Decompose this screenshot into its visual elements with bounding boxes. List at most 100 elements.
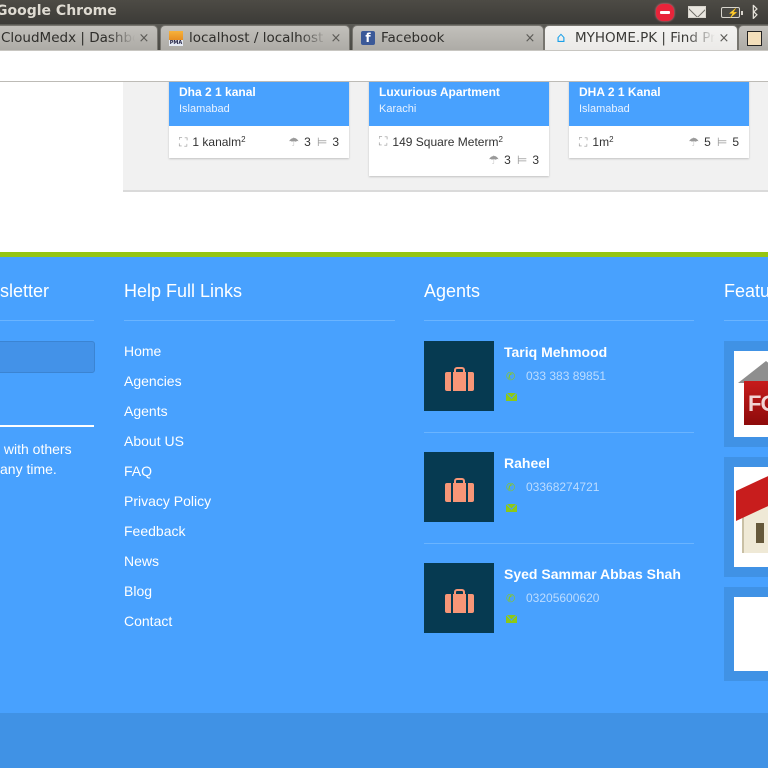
site-footer: sletter with others any time. Help Full … [0, 252, 768, 768]
footer-links: Home Agencies Agents About US FAQ Privac… [124, 341, 211, 641]
bluetooth-icon[interactable]: ᛒ [748, 3, 762, 21]
bath-count: 3 [504, 153, 511, 167]
featured-item[interactable] [724, 457, 768, 577]
divider [724, 320, 768, 321]
agent-name[interactable]: Raheel [504, 455, 550, 471]
footer-link-home[interactable]: Home [124, 341, 211, 371]
close-icon[interactable]: × [521, 31, 539, 46]
divider [424, 543, 694, 544]
bed-count: 3 [332, 135, 339, 149]
bath-count: 5 [704, 135, 711, 149]
property-title[interactable]: Dha 2 1 kanal [179, 85, 339, 99]
bed-icon: ⊨ [316, 135, 328, 149]
page-viewport: Dha 2 1 kanal Islamabad ⛶ 1 kanalm2 ☂ 3 … [0, 82, 768, 768]
divider [124, 320, 395, 321]
tab-label: Facebook [381, 30, 445, 46]
featured-item[interactable] [724, 587, 768, 681]
agents-heading: Agents [424, 281, 481, 301]
footer-link-feedback[interactable]: Feedback [124, 521, 211, 551]
bath-count: 3 [304, 135, 311, 149]
close-icon[interactable]: × [135, 31, 153, 46]
bed-count: 3 [532, 153, 539, 167]
area-icon: ⛶ [579, 134, 588, 149]
shower-icon: ☂ [688, 135, 700, 149]
listings-panel: Dha 2 1 kanal Islamabad ⛶ 1 kanalm2 ☂ 3 … [123, 82, 768, 192]
close-icon[interactable]: × [327, 31, 345, 46]
browser-toolbar [0, 50, 768, 82]
property-card[interactable]: DHA 2 1 Kanal Islamabad ⛶ 1m2 ☂ 5 ⊨ 5 [569, 82, 749, 158]
envelope-icon[interactable] [506, 504, 517, 512]
bed-icon: ⊨ [516, 153, 528, 167]
property-city: Karachi [379, 103, 417, 115]
agent-phone: 03368274721 [526, 480, 600, 494]
agent-avatar[interactable] [424, 341, 494, 411]
footer-link-faq[interactable]: FAQ [124, 461, 211, 491]
house-photo-image [734, 597, 768, 671]
footer-link-about[interactable]: About US [124, 431, 211, 461]
agent-name[interactable]: Syed Sammar Abbas Shah [504, 566, 681, 582]
agent-item: Raheel ✆ 03368274721 [424, 452, 694, 563]
links-heading: Help Full Links [124, 281, 243, 301]
tab-label: MYHOME.PK | Find Properties [575, 30, 715, 46]
agent-name[interactable]: Tariq Mehmood [504, 344, 607, 360]
agent-avatar[interactable] [424, 563, 494, 633]
tomcat-icon [747, 30, 762, 46]
shower-icon: ☂ [488, 153, 500, 167]
phpmyadmin-icon [169, 31, 183, 45]
area-icon: ⛶ [179, 134, 188, 149]
divider [424, 320, 694, 321]
tab-myhome[interactable]: ⌂ MYHOME.PK | Find Properties × [544, 25, 738, 50]
area-icon: ⛶ [379, 134, 388, 148]
battery-icon[interactable]: ⚡ [718, 3, 743, 21]
briefcase-icon [444, 588, 474, 613]
newsletter-heading: sletter [0, 281, 50, 301]
shower-icon: ☂ [288, 135, 300, 149]
property-area: 1m2 [592, 135, 614, 149]
property-area: 1 kanalm2 [192, 135, 246, 149]
bed-icon: ⊨ [716, 135, 728, 149]
envelope-icon[interactable] [506, 615, 517, 623]
os-title-bar: Google Chrome ⚡ ᛒ [0, 0, 768, 24]
agent-avatar[interactable] [424, 452, 494, 522]
divider [424, 432, 694, 433]
for-rent-house-image [734, 467, 768, 567]
tab-tomcat[interactable]: N [738, 25, 768, 50]
for-sale-house-image: FOR [734, 351, 768, 437]
property-area: 149 Square Meterm2 [392, 134, 503, 149]
close-icon[interactable]: × [715, 31, 733, 46]
property-card[interactable]: Luxurious Apartment Karachi ⛶ 149 Square… [369, 82, 549, 176]
briefcase-icon [444, 366, 474, 391]
property-title[interactable]: DHA 2 1 Kanal [579, 85, 739, 99]
footer-link-news[interactable]: News [124, 551, 211, 581]
phone-icon: ✆ [506, 593, 516, 605]
divider [0, 425, 94, 427]
tab-phpmyadmin[interactable]: localhost / localhost / × [160, 25, 350, 50]
property-city: Islamabad [179, 103, 230, 115]
phone-icon: ✆ [506, 482, 516, 494]
divider [0, 320, 94, 321]
tab-cloudmedx[interactable]: CloudMedx | Dashboard × [0, 25, 158, 50]
mail-icon[interactable] [686, 3, 708, 21]
window-title: Google Chrome [0, 3, 117, 19]
property-card[interactable]: Dha 2 1 kanal Islamabad ⛶ 1 kanalm2 ☂ 3 … [169, 82, 349, 158]
phone-icon: ✆ [506, 371, 516, 383]
featured-heading: Featu [724, 281, 768, 301]
newsletter-email-input[interactable] [0, 341, 95, 373]
footer-link-blog[interactable]: Blog [124, 581, 211, 611]
property-title[interactable]: Luxurious Apartment [379, 85, 539, 99]
bed-count: 5 [732, 135, 739, 149]
footer-bottom-bar [0, 713, 768, 768]
footer-link-contact[interactable]: Contact [124, 611, 211, 641]
briefcase-icon [444, 477, 474, 502]
skype-status-icon[interactable] [655, 3, 675, 21]
tab-facebook[interactable]: f Facebook × [352, 25, 544, 50]
footer-link-agents[interactable]: Agents [124, 401, 211, 431]
envelope-icon[interactable] [506, 393, 517, 401]
footer-link-agencies[interactable]: Agencies [124, 371, 211, 401]
tab-label: localhost / localhost / [189, 30, 327, 46]
home-icon: ⌂ [556, 30, 566, 46]
tab-label: CloudMedx | Dashboard [1, 30, 135, 46]
featured-item[interactable]: FOR [724, 341, 768, 447]
property-city: Islamabad [579, 103, 630, 115]
footer-link-privacy[interactable]: Privacy Policy [124, 491, 211, 521]
